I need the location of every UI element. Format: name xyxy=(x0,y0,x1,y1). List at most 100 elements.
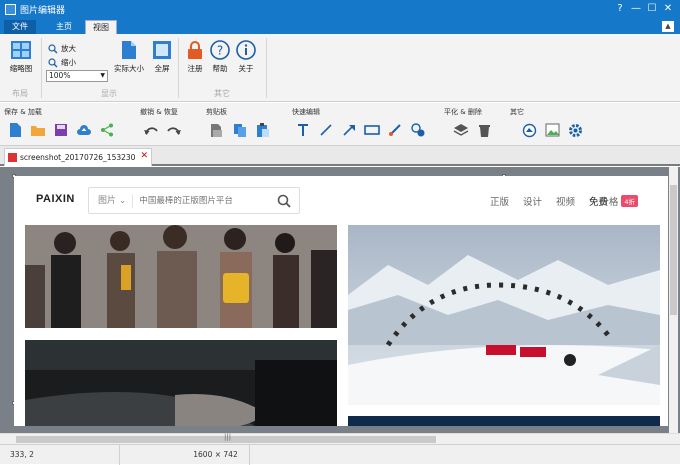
register-label: 注册 xyxy=(187,64,203,73)
brush-tool[interactable] xyxy=(386,121,404,139)
help-button[interactable]: ? 帮助 xyxy=(208,40,232,74)
image-button[interactable] xyxy=(543,121,561,139)
settings-button[interactable] xyxy=(566,121,584,139)
app-icon xyxy=(5,3,16,15)
flatten-button[interactable] xyxy=(452,121,470,139)
photo-night-sky xyxy=(348,416,660,426)
new-button[interactable] xyxy=(6,121,24,139)
zoom-in-button[interactable]: 放大 xyxy=(48,43,76,54)
undo-redo-group: 撤销 & 恢复 xyxy=(136,103,202,146)
ribbon-panel: 缩略图 布局 放大 缩小 100% ▼ 实际大小 全屏 显示 注册 ? 帮助 关… xyxy=(0,34,680,102)
info-icon xyxy=(236,40,256,60)
search-icon xyxy=(277,194,291,208)
image-canvas[interactable]: PAIXIN 图片 ⌄ 正版 设计 视频 免费 价格 4折 xyxy=(0,167,680,433)
maximize-button[interactable]: ☐ xyxy=(644,0,660,18)
site-price-label: 价格 xyxy=(599,197,619,208)
discount-badge: 4折 xyxy=(621,195,638,207)
level-delete-label: 平化 & 删除 xyxy=(444,108,482,116)
minimize-button[interactable]: — xyxy=(628,0,644,18)
undo-icon xyxy=(144,127,158,135)
cloud-upload-icon xyxy=(77,125,91,135)
about-button[interactable]: 关于 xyxy=(234,40,258,74)
site-search-input xyxy=(139,195,280,206)
ribbon-tab-bar: 文件 主页 视图 ▲ xyxy=(0,18,680,34)
photo-workshop xyxy=(25,340,337,426)
actual-size-button[interactable]: 实际大小 xyxy=(112,40,146,74)
cut-button[interactable] xyxy=(208,121,226,139)
zoom-in-icon xyxy=(48,43,58,53)
delete-button[interactable] xyxy=(475,121,493,139)
paste-button[interactable] xyxy=(254,121,272,139)
copy-button[interactable] xyxy=(231,121,249,139)
new-file-icon xyxy=(9,123,21,137)
fullscreen-button[interactable]: 全屏 xyxy=(150,40,174,74)
thumbnail-button[interactable]: 缩略图 xyxy=(6,40,36,74)
tab-view[interactable]: 视图 xyxy=(85,20,117,34)
undo-button[interactable] xyxy=(142,121,160,139)
save-button[interactable] xyxy=(52,121,70,139)
vertical-scrollbar[interactable] xyxy=(669,167,678,433)
trash-icon xyxy=(478,124,490,137)
ribbon-collapse-button[interactable]: ▲ xyxy=(662,21,674,32)
upload-button[interactable] xyxy=(75,121,93,139)
zoom-out-label: 缩小 xyxy=(61,58,76,67)
site-price: 价格 4折 xyxy=(599,194,638,208)
layout-group: 缩略图 布局 xyxy=(0,34,40,102)
site-nav: 正版 设计 视频 免费 xyxy=(490,194,608,208)
save-icon xyxy=(55,124,67,136)
copy-icon xyxy=(234,123,246,137)
rotate-button[interactable] xyxy=(520,121,538,139)
zoom-select[interactable]: 100% ▼ xyxy=(46,70,108,82)
share-button[interactable] xyxy=(98,121,116,139)
image-file-icon xyxy=(8,153,17,162)
help-window-button[interactable]: ? xyxy=(612,0,628,18)
display-group-label: 显示 xyxy=(101,89,117,98)
chevron-down-icon: ▼ xyxy=(100,72,105,79)
horizontal-scrollbar[interactable]: ||| xyxy=(0,433,680,444)
svg-text:?: ? xyxy=(217,44,223,58)
rotate-icon xyxy=(522,123,536,137)
effects-tool[interactable] xyxy=(409,121,427,139)
register-button[interactable]: 注册 xyxy=(184,40,206,74)
effects-icon xyxy=(411,123,425,137)
other-tools-label: 其它 xyxy=(510,108,524,116)
rectangle-icon xyxy=(364,125,380,135)
arrow-tool[interactable] xyxy=(340,121,358,139)
site-nav-item: 视频 xyxy=(555,197,575,208)
gear-icon xyxy=(568,123,582,137)
picture-icon xyxy=(545,123,559,137)
text-tool[interactable] xyxy=(294,121,312,139)
scroll-grip-icon: ||| xyxy=(224,433,232,441)
other-group-label: 其它 xyxy=(214,89,230,98)
help-label: 帮助 xyxy=(212,64,228,73)
layers-icon xyxy=(453,124,469,136)
line-tool[interactable] xyxy=(317,121,335,139)
zoom-value: 100% xyxy=(49,71,71,80)
redo-button[interactable] xyxy=(165,121,183,139)
close-tab-icon[interactable]: ✕ xyxy=(140,151,148,161)
open-button[interactable] xyxy=(29,121,47,139)
quick-edit-group: 快速编辑 xyxy=(288,103,440,146)
level-delete-group: 平化 & 删除 xyxy=(440,103,506,146)
site-nav-item: 设计 xyxy=(522,197,542,208)
document-tab-bar: screenshot_20170726_153230 ✕ xyxy=(0,146,680,166)
rectangle-tool[interactable] xyxy=(363,121,381,139)
status-image-size: 1600 × 742 xyxy=(182,445,250,465)
document-tab[interactable]: screenshot_20170726_153230 ✕ xyxy=(4,148,152,166)
help-icon: ? xyxy=(210,40,230,60)
zoom-out-button[interactable]: 缩小 xyxy=(48,57,76,68)
site-nav-item: 正版 xyxy=(489,197,509,208)
vertical-scroll-thumb[interactable] xyxy=(670,185,677,315)
ribbon-divider xyxy=(266,38,267,98)
zoom-out-icon xyxy=(48,57,58,67)
actual-size-label: 实际大小 xyxy=(114,64,144,73)
document-tab-name: screenshot_20170726_153230 xyxy=(20,153,136,162)
title-bar: 图片编辑器 ? — ☐ ✕ xyxy=(0,0,680,18)
close-button[interactable]: ✕ xyxy=(660,0,676,18)
tab-home[interactable]: 主页 xyxy=(46,20,82,34)
status-bar: 333, 2 1600 × 742 xyxy=(0,444,680,465)
line-icon xyxy=(320,124,332,136)
tab-file[interactable]: 文件 xyxy=(4,20,36,34)
tool-strip: 保存 & 加载 撤销 & 恢复 剪贴板 快速编辑 平化 & 删除 其它 xyxy=(0,103,680,146)
layout-group-label: 布局 xyxy=(12,89,28,98)
